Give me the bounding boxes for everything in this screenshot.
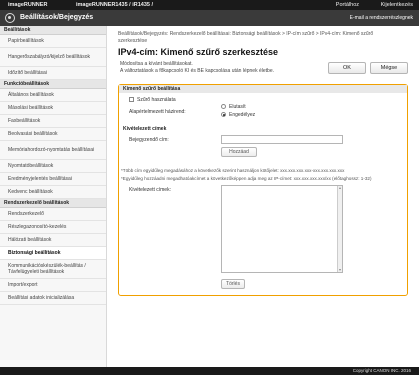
list-scrollbar[interactable] [337,186,342,272]
settings-gear-icon [5,13,15,23]
page-title: IPv4-cím: Kimenő szűrő szerkesztése [118,47,279,57]
exception-list-label: Kivételezett címek: [129,187,171,193]
app-title: Beállítások/Bejegyzés [20,14,94,21]
sidebar-item[interactable]: Időzítő beállításai [0,67,106,80]
outbound-filter-panel: Kimenő szűrő beállítása Szűrő használata… [118,84,408,296]
exception-section-title: Kivételezett címek [123,126,167,132]
sidebar-item[interactable]: Import/export [0,279,106,292]
delete-button[interactable]: Törlés [221,279,245,289]
portal-link[interactable]: Portálhoz [336,2,359,8]
brand-logo: imageRUNNER [8,2,48,8]
sidebar-item[interactable]: Másolási beállítások [0,102,106,115]
instruction-line-2: A változtatások a főkapcsoló KI és BE ka… [120,67,274,74]
ok-button[interactable]: OK [328,62,366,74]
sidebar-item[interactable]: Hangerőszabályzó/kijelző beállítások [0,48,106,67]
policy-allow-label: Engedélyez [229,112,256,118]
title-bar: Beállítások/Bejegyzés E-mail a rendszerr… [0,10,419,26]
breadcrumb: Beállítások/Bejegyzés: Rendszerkezelő be… [118,31,374,44]
sidebar-item[interactable]: Eredményjelentés beállításai [0,173,106,186]
mail-admin-link[interactable]: E-mail a rendszerrészlegnek [350,15,413,21]
sidebar-item[interactable]: Rendszerkezelő [0,208,106,221]
sidebar-item[interactable]: Beállítási adatok inicializálása [0,292,106,305]
sidebar-item[interactable]: Hálózati beállítások [0,234,106,247]
footer: Copyright CANON INC. 2016 [0,367,419,375]
policy-reject-label: Elutasít [229,104,246,110]
sidebar-item[interactable]: Nyomtatóbeállítások [0,160,106,173]
policy-reject-radio[interactable] [221,104,226,109]
note-prefix: *Egyidűleg hozzáadni megadhatóakcímet a … [121,176,372,181]
sidebar-item[interactable]: Memóriahordozó-nyomtatás beállításai [0,141,106,160]
sidebar-item[interactable]: Faxbeállítások [0,115,106,128]
use-filter-label: Szűrő használata [137,97,176,103]
sidebar-group-header: Beállítások [0,26,106,35]
instructions: Módosítsa a kívánt beállításokat. A vált… [120,61,274,74]
top-links: Portálhoz Kijelentkezés [316,2,413,8]
sidebar-item[interactable]: Papírbeállítások [0,35,106,48]
address-label: Bejegyzendő cím: [129,137,169,143]
policy-allow-radio[interactable] [221,112,226,117]
panel-header: Kimenő szűrő beállítása [119,85,407,93]
use-filter-checkbox[interactable] [129,97,134,102]
sidebar-item[interactable]: Részlegazonosító-kezelés [0,221,106,234]
sidebar-item[interactable]: Általános beállítások [0,89,106,102]
sidebar-item[interactable]: Kommunikációskészülék-beállítás / Távfel… [0,260,106,279]
add-button[interactable]: Hozzáad [221,147,257,157]
exception-list-box[interactable] [221,185,343,273]
address-input[interactable] [221,135,343,144]
main-content: Beállítások/Bejegyzés: Rendszerkezelő be… [112,26,415,361]
cancel-button[interactable]: Mégse [370,62,408,74]
sidebar-group-header: Rendszerkezelő beállítások [0,199,106,208]
sidebar-group-header: Funkcióbeállítások [0,80,106,89]
sidebar-item[interactable]: Beolvasási beállítások [0,128,106,141]
sidebar-item[interactable]: Biztonsági beállítások [0,247,106,260]
sidebar-item[interactable]: Kedvenc beállítások [0,186,106,199]
note-range: *Több cím egyidűleg megadásához a követk… [121,168,345,173]
logout-link[interactable]: Kijelentkezés [381,2,413,8]
sidebar-nav: Beállítások Papírbeállítások Hangerőszabál… [0,26,107,375]
default-policy-label: Alapértelmezett házirend: [129,109,186,115]
device-model: imageRUNNER1435 / iR1435 / [76,2,154,8]
top-bar: imageRUNNER imageRUNNER1435 / iR1435 / P… [0,0,419,10]
